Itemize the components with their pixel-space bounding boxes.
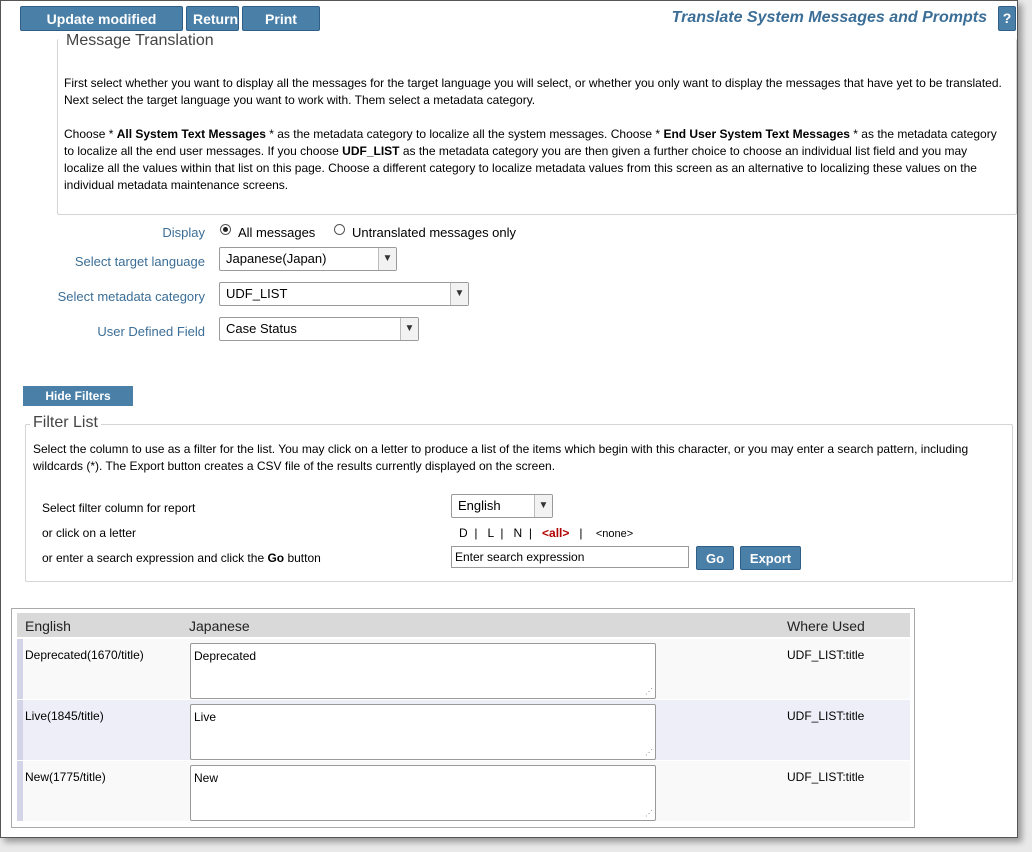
row-english: Live(1845/title): [25, 709, 104, 723]
print-page-button[interactable]: Print Page: [242, 6, 320, 50]
row-where-used: UDF_LIST:title: [787, 648, 865, 662]
target-language-value: Japanese(Japan): [226, 251, 327, 266]
help-button[interactable]: ?: [998, 6, 1016, 31]
letter-n-link[interactable]: N: [514, 526, 523, 540]
filter-column-select[interactable]: English ▼: [451, 494, 553, 518]
row-english: New(1775/title): [25, 770, 106, 784]
letter-list: D | L | N | <all> | <none>: [459, 526, 633, 540]
textarea-value: Live: [194, 710, 217, 724]
row-where-used: UDF_LIST:title: [787, 709, 865, 723]
details-text-2: * as the metadata category to localize a…: [265, 127, 664, 141]
chevron-down-icon: ▼: [534, 495, 552, 517]
details-bold-udf-list: UDF_LIST: [342, 144, 400, 158]
table-row: Live(1845/title) Live ⋰ UDF_LIST:title: [17, 700, 910, 760]
filter-description: Select the column to use as a filter for…: [33, 442, 969, 473]
display-label: Display: [162, 225, 205, 240]
search-label-text-1: or enter a search expression and click t…: [42, 551, 268, 565]
details-bold-all-system: All System Text Messages: [116, 127, 266, 141]
page-title: Translate System Messages and Prompts: [671, 9, 987, 26]
resize-grip-icon[interactable]: ⋰: [645, 749, 653, 757]
udf-label: User Defined Field: [97, 324, 205, 339]
translation-table: English Japanese Where Used Deprecated(1…: [11, 608, 915, 828]
search-label: or enter a search expression and click t…: [42, 551, 321, 565]
letter-separator: |: [471, 526, 485, 540]
metadata-category-value: UDF_LIST: [226, 286, 288, 301]
filter-column-value: English: [458, 498, 501, 513]
table-row: Deprecated(1670/title) Deprecated ⋰ UDF_L…: [17, 639, 910, 699]
filter-list-legend: Filter List: [30, 414, 101, 432]
hide-filters-button[interactable]: Hide Filters: [23, 386, 133, 406]
chevron-down-icon: ▼: [378, 248, 396, 270]
textarea-value: Deprecated: [194, 649, 257, 663]
header-where-used: Where Used: [787, 618, 865, 634]
letter-none-link[interactable]: <none>: [596, 528, 633, 540]
letter-label: or click on a letter: [42, 526, 137, 540]
metadata-category-label: Select metadata category: [57, 289, 205, 304]
letter-all-link[interactable]: <all>: [542, 526, 569, 540]
update-entries-button[interactable]: Update modified entries: [20, 6, 183, 50]
table-row: New(1775/title) New ⋰ UDF_LIST:title: [17, 761, 910, 821]
row-stripe: [17, 700, 23, 760]
row-where-used: UDF_LIST:title: [787, 770, 865, 784]
letter-l-link[interactable]: L: [487, 526, 493, 540]
japanese-textarea[interactable]: Deprecated ⋰: [190, 643, 656, 699]
radio-untranslated-label: Untranslated messages only: [352, 225, 517, 240]
page-frame: Update modified entries Return Print Pag…: [0, 0, 1018, 838]
header-japanese: Japanese: [189, 618, 250, 634]
go-button[interactable]: Go: [696, 546, 734, 570]
row-stripe: [17, 639, 23, 699]
target-language-label: Select target language: [74, 254, 205, 269]
details-bold-end-user: End User System Text Messages: [663, 127, 850, 141]
target-language-select[interactable]: Japanese(Japan) ▼: [219, 247, 397, 271]
search-input[interactable]: [451, 546, 689, 568]
message-translation-details: Choose * All System Text Messages * as t…: [64, 126, 1010, 194]
radio-all-messages[interactable]: [220, 224, 231, 235]
resize-grip-icon[interactable]: ⋰: [645, 810, 653, 818]
textarea-value: New: [194, 771, 219, 785]
export-button[interactable]: Export: [740, 546, 801, 570]
japanese-textarea[interactable]: Live ⋰: [190, 704, 656, 760]
row-english: Deprecated(1670/title): [25, 648, 144, 662]
return-button[interactable]: Return: [186, 6, 239, 31]
letter-separator: |: [525, 526, 539, 540]
udf-value: Case Status: [226, 321, 297, 336]
table-header: English Japanese Where Used: [17, 613, 910, 637]
message-translation-intro: First select whether you want to display…: [64, 76, 1002, 107]
search-label-go: Go: [267, 551, 285, 565]
filter-column-label: Select filter column for report: [42, 501, 196, 515]
letter-d-link[interactable]: D: [459, 526, 468, 540]
udf-select[interactable]: Case Status ▼: [219, 317, 419, 341]
chevron-down-icon: ▼: [450, 283, 468, 305]
metadata-category-select[interactable]: UDF_LIST ▼: [219, 282, 469, 306]
letter-separator: |: [497, 526, 511, 540]
row-stripe: [17, 761, 23, 821]
details-text-1: Choose *: [64, 127, 117, 141]
letter-separator: |: [572, 526, 593, 540]
message-translation-legend: Message Translation: [63, 32, 217, 50]
radio-untranslated[interactable]: [334, 224, 345, 235]
japanese-textarea[interactable]: New ⋰: [190, 765, 656, 821]
search-label-text-2: button: [284, 551, 321, 565]
chevron-down-icon: ▼: [400, 318, 418, 340]
resize-grip-icon[interactable]: ⋰: [645, 688, 653, 696]
radio-all-messages-label: All messages: [238, 225, 316, 240]
header-english: English: [25, 618, 71, 634]
